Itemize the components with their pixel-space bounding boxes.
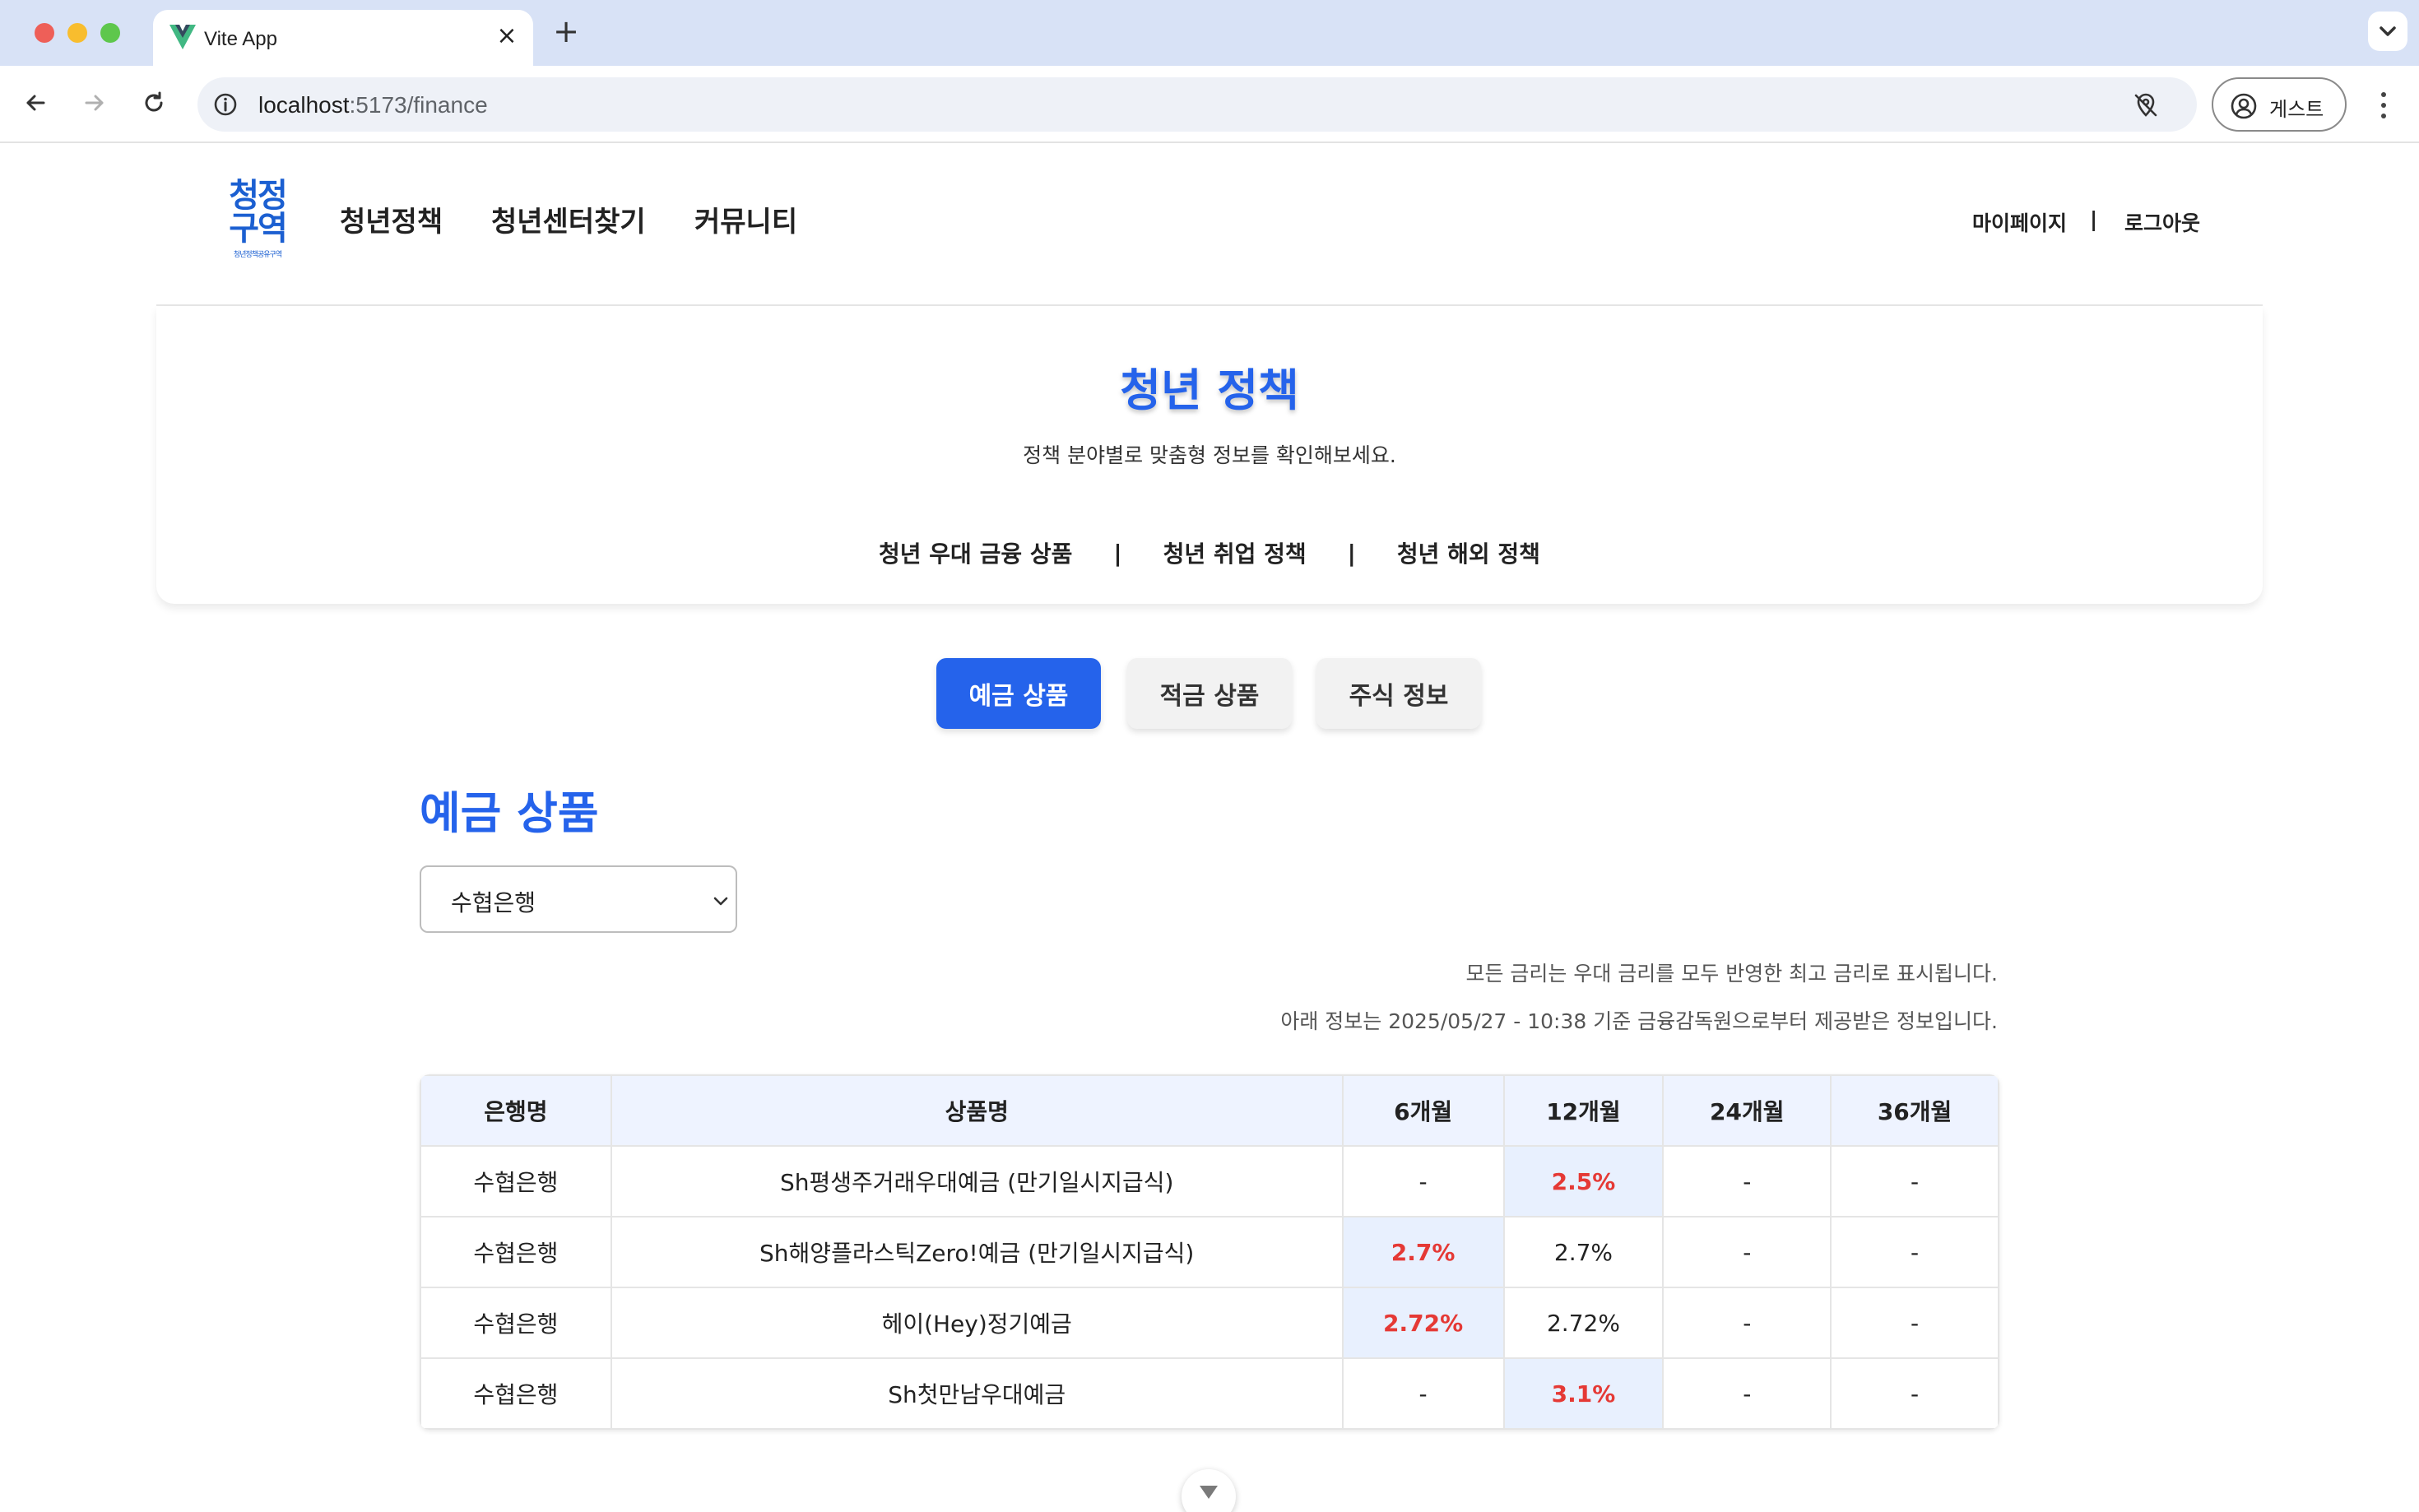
cell-bank: 수협은행 [420, 1145, 612, 1217]
cell-rate-12m: 2.5% [1502, 1145, 1665, 1217]
browser-menu-icon[interactable] [2370, 89, 2398, 122]
scroll-down-button[interactable] [1182, 1469, 1236, 1512]
section-title: 예금 상품 [420, 787, 599, 839]
browser-tab-active[interactable]: Vite App × [153, 10, 533, 66]
cell-product: Sh평생주거래우대예금 (만기일시지급식) [610, 1145, 1344, 1217]
column-header-12m: 12개월 [1502, 1074, 1665, 1147]
window-minimize-button[interactable] [67, 23, 87, 43]
policy-title: 청년 정책 [1120, 364, 1299, 416]
nav-youth-policy[interactable]: 청년정책 [340, 199, 443, 239]
reload-button[interactable] [135, 84, 173, 122]
chevron-down-icon [2380, 26, 2396, 36]
bank-select[interactable]: 수협은행 [420, 865, 737, 933]
new-tab-icon[interactable]: + [551, 16, 581, 47]
column-header-bank: 은행명 [420, 1074, 612, 1147]
rate-note: 모든 금리는 우대 금리를 모두 반영한 최고 금리로 표시됩니다. [1465, 962, 1998, 986]
column-header-24m: 24개월 [1662, 1074, 1832, 1147]
logo-tagline: 청년정책공유구역 [233, 251, 282, 259]
url-host: localhost [258, 92, 350, 118]
nav-logout[interactable]: 로그아웃 [2124, 207, 2200, 237]
back-button[interactable] [16, 84, 54, 122]
cell-bank: 수협은행 [420, 1216, 612, 1288]
logo-line-2: 구역 [229, 210, 288, 248]
cell-rate-24m: - [1662, 1216, 1832, 1288]
data-source-note: 아래 정보는 2025/05/27 - 10:38 기준 금융감독원으로부터 제… [1280, 1009, 1998, 1033]
policy-link-separator: | [1347, 539, 1356, 567]
table-row: 수협은행 Sh첫만남우대예금 - 3.1% - - [420, 1357, 1999, 1430]
tab-search-button[interactable] [2368, 12, 2407, 51]
policy-link-overseas[interactable]: 청년 해외 정책 [1397, 536, 1540, 569]
cell-rate-12m: 2.7% [1502, 1216, 1665, 1288]
account-circle-icon [2231, 93, 2257, 119]
cell-product: Sh첫만남우대예금 [610, 1357, 1344, 1430]
cell-rate-6m: 2.7% [1341, 1216, 1505, 1288]
cell-rate-12m: 2.72% [1502, 1287, 1665, 1359]
arrow-right-icon [85, 95, 104, 111]
browser-tab-strip: Vite App × + [0, 0, 2419, 66]
site-info-icon[interactable] [209, 88, 242, 121]
table-row: 수협은행 헤이(Hey)정기예금 2.72% 2.72% - - [420, 1287, 1999, 1359]
profile-button[interactable]: 게스트 [2212, 77, 2347, 132]
url-path: :5173/finance [349, 92, 488, 118]
table-row: 수협은행 Sh해양플라스틱Zero!예금 (만기일시지급식) 2.7% 2.7%… [420, 1216, 1999, 1288]
table-header-row: 은행명 상품명 6개월 12개월 24개월 36개월 [420, 1074, 1999, 1147]
tab-deposit-products[interactable]: 예금 상품 [936, 658, 1101, 729]
tab-close-icon[interactable]: × [494, 23, 520, 49]
cell-rate-24m: - [1662, 1145, 1832, 1217]
tab-stock-info[interactable]: 주식 정보 [1316, 658, 1481, 729]
cell-rate-24m: - [1662, 1287, 1832, 1359]
browser-toolbar: localhost:5173/finance 게스트 [0, 66, 2419, 143]
chevron-down-icon [713, 897, 728, 906]
column-header-6m: 6개월 [1341, 1074, 1505, 1147]
cell-rate-6m: - [1341, 1145, 1505, 1217]
policy-subtitle: 정책 분야별로 맞춤형 정보를 확인해보세요. [1023, 443, 1396, 467]
forward-button[interactable] [76, 84, 114, 122]
profile-label: 게스트 [2269, 98, 2324, 121]
tracking-protection-icon[interactable] [2129, 89, 2162, 122]
nav-mypage[interactable]: 마이페이지 [1972, 207, 2067, 237]
nav-community[interactable]: 커뮤니티 [694, 199, 797, 239]
window-close-button[interactable] [35, 23, 54, 43]
user-nav-separator: | [2090, 207, 2098, 231]
cell-rate-12m: 3.1% [1502, 1357, 1665, 1430]
cell-product: 헤이(Hey)정기예금 [610, 1287, 1344, 1359]
vite-favicon-icon [169, 25, 196, 49]
logo-line-1: 청정 [229, 177, 288, 215]
cell-rate-36m: - [1830, 1287, 1999, 1359]
tab-savings-products[interactable]: 적금 상품 [1127, 658, 1292, 729]
cell-rate-24m: - [1662, 1357, 1832, 1430]
site-logo[interactable]: 청정 구역 청년정책공유구역 [222, 179, 293, 265]
tab-title: Vite App [204, 28, 277, 50]
bank-select-value: 수협은행 [451, 889, 536, 916]
policy-link-finance[interactable]: 청년 우대 금융 상품 [879, 536, 1072, 569]
policy-category-links: 청년 우대 금융 상품 | 청년 취업 정책 | 청년 해외 정책 [156, 536, 2263, 569]
arrow-left-icon [26, 95, 45, 111]
deposit-rates-table: 은행명 상품명 6개월 12개월 24개월 36개월 수협은행 Sh평생주거래우… [420, 1074, 1999, 1430]
window-zoom-button[interactable] [100, 23, 120, 43]
cell-rate-6m: - [1341, 1357, 1505, 1430]
cell-rate-36m: - [1830, 1145, 1999, 1217]
cell-bank: 수협은행 [420, 1357, 612, 1430]
policy-link-separator: | [1113, 539, 1122, 567]
cell-rate-36m: - [1830, 1216, 1999, 1288]
reload-icon [145, 91, 163, 112]
cell-product: Sh해양플라스틱Zero!예금 (만기일시지급식) [610, 1216, 1344, 1288]
address-bar[interactable]: localhost:5173/finance [197, 77, 2197, 132]
column-header-36m: 36개월 [1830, 1074, 1999, 1147]
column-header-product: 상품명 [610, 1074, 1344, 1147]
policy-link-employment[interactable]: 청년 취업 정책 [1163, 536, 1307, 569]
nav-youth-center[interactable]: 청년센터찾기 [491, 199, 646, 239]
table-row: 수협은행 Sh평생주거래우대예금 (만기일시지급식) - 2.5% - - [420, 1145, 1999, 1217]
chevron-down-icon [1200, 1486, 1218, 1499]
cell-bank: 수협은행 [420, 1287, 612, 1359]
url-text: localhost:5173/finance [258, 92, 488, 118]
cell-rate-6m: 2.72% [1341, 1287, 1505, 1359]
cell-rate-36m: - [1830, 1357, 1999, 1430]
policy-header-card: 청년 정책 정책 분야별로 맞춤형 정보를 확인해보세요. 청년 우대 금융 상… [156, 306, 2263, 604]
